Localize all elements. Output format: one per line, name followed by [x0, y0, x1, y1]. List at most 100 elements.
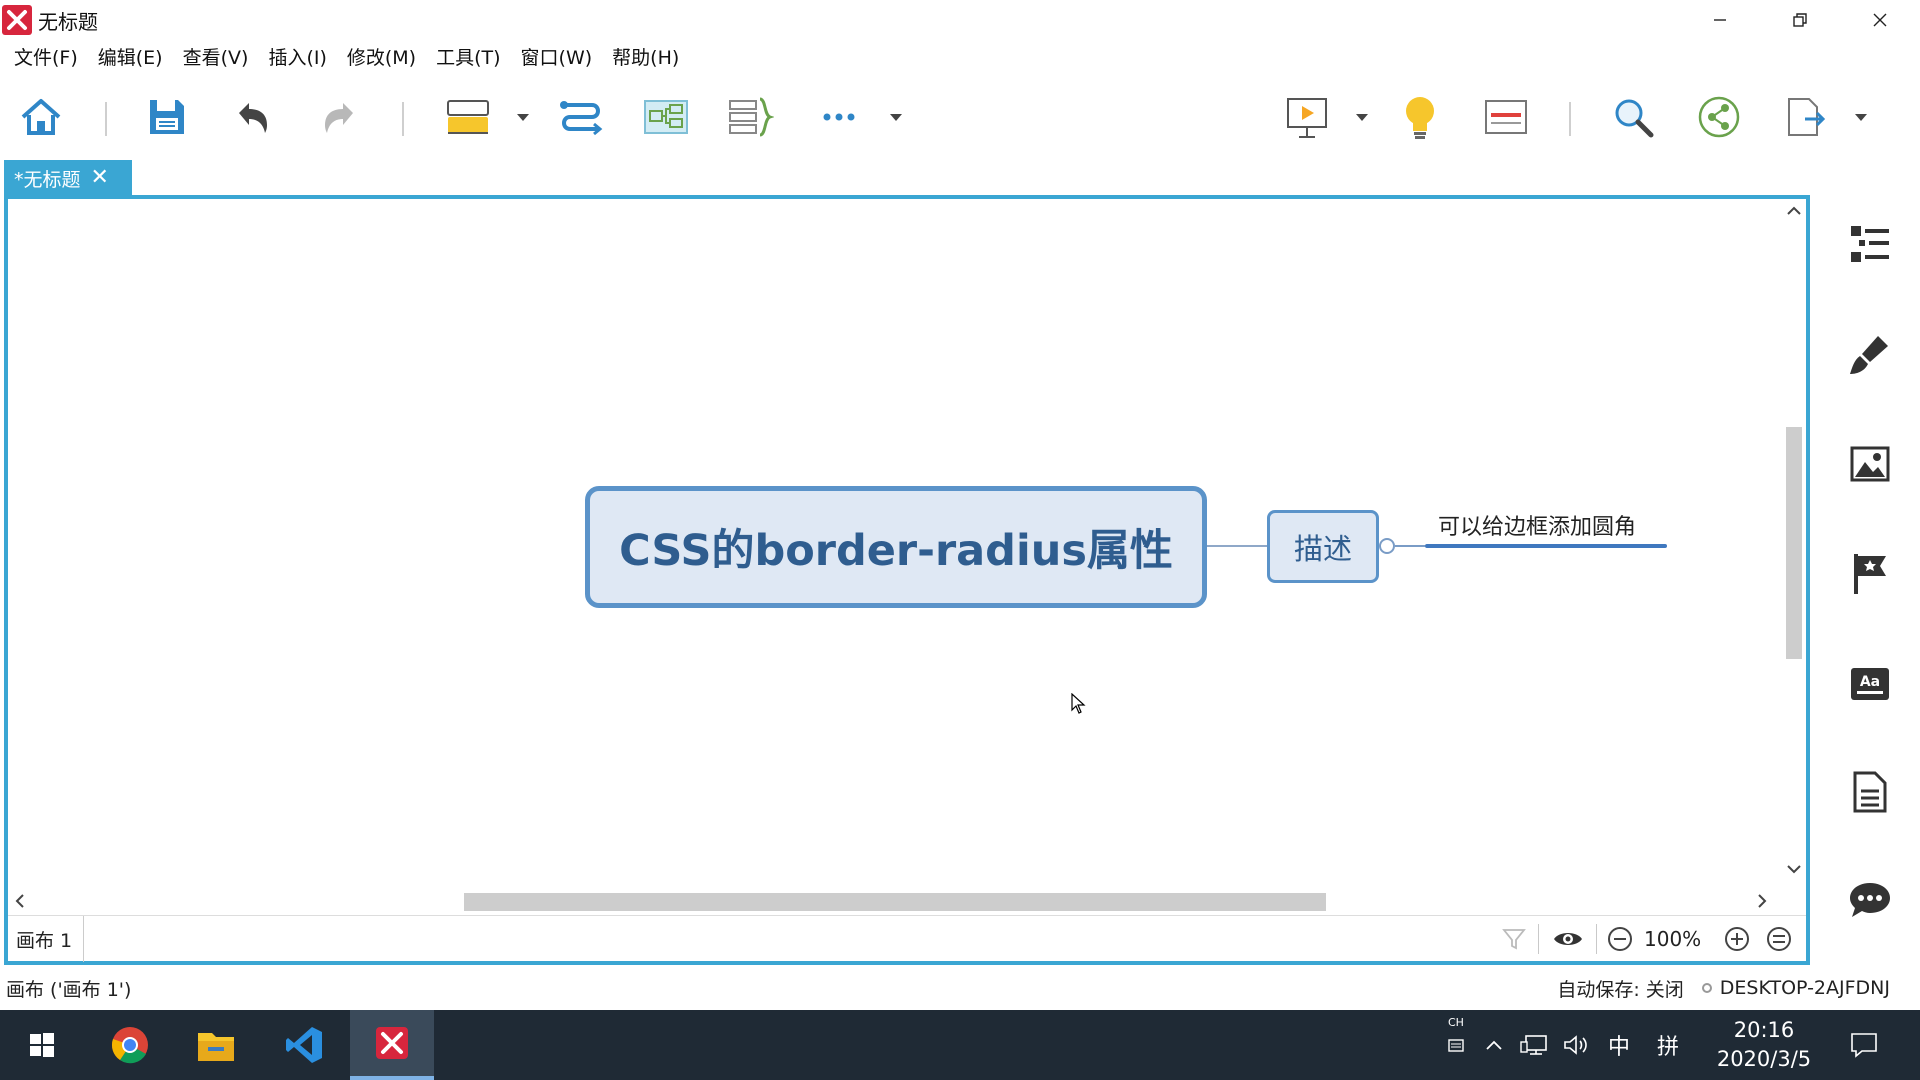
action-center-button[interactable]	[1842, 1010, 1886, 1080]
format-button[interactable]	[1846, 330, 1894, 378]
tray-volume[interactable]	[1560, 1010, 1592, 1080]
subtopic-child-underline	[1425, 544, 1667, 548]
restore-icon	[1793, 13, 1807, 27]
menu-file[interactable]: 文件(F)	[4, 42, 88, 74]
topic-button[interactable]	[440, 90, 496, 144]
eye-icon	[1554, 933, 1582, 945]
more-icon	[823, 113, 855, 121]
gantt-icon	[1485, 100, 1527, 134]
tray-ime-mode[interactable]: 中	[1602, 1010, 1636, 1080]
document-tab[interactable]: *无标题 ✕	[4, 160, 132, 196]
more-button[interactable]	[811, 90, 867, 144]
home-icon	[21, 99, 61, 135]
collapse-toggle-icon[interactable]	[1379, 538, 1395, 554]
topic-icon	[447, 100, 489, 134]
notes-button[interactable]	[1846, 768, 1894, 816]
menu-tools[interactable]: 工具(T)	[426, 42, 510, 74]
presentation-button[interactable]	[1279, 90, 1335, 144]
label-button[interactable]: Aa	[1846, 660, 1894, 708]
summary-icon	[729, 97, 774, 137]
menu-edit[interactable]: 编辑(E)	[88, 42, 173, 74]
idea-button[interactable]	[1392, 90, 1448, 144]
taskbar-clock[interactable]: 20:16 2020/3/5	[1696, 1016, 1832, 1074]
taskbar-xmind[interactable]	[350, 1010, 434, 1080]
menu-window[interactable]: 窗口(W)	[511, 42, 603, 74]
xmind-icon	[376, 1027, 408, 1059]
status-bar: 画布 ('画布 1') 自动保存: 关闭 DESKTOP-2AJFDNJ	[0, 966, 1920, 1010]
close-window-button[interactable]	[1840, 0, 1920, 40]
menu-view[interactable]: 查看(V)	[173, 42, 259, 74]
flag-icon	[1854, 554, 1886, 594]
tab-close-icon[interactable]: ✕	[91, 167, 109, 189]
menu-help[interactable]: 帮助(H)	[602, 42, 689, 74]
redo-button[interactable]	[311, 90, 367, 144]
fit-map-button[interactable]	[1764, 924, 1794, 954]
view-button[interactable]	[1548, 924, 1588, 954]
taskbar: CH 中 拼 20:16 2020/3/5	[0, 1010, 1920, 1080]
export-button[interactable]	[1777, 90, 1833, 144]
zoom-out-icon	[1608, 927, 1632, 951]
central-topic[interactable]: CSS的border-radius属性	[585, 486, 1207, 608]
horizontal-scrollbar[interactable]	[8, 889, 1782, 915]
more-dropdown-button[interactable]	[887, 108, 905, 126]
gantt-button[interactable]	[1478, 90, 1534, 144]
tray-keyboard[interactable]	[1442, 1010, 1470, 1080]
title-bar: 无标题	[0, 0, 1920, 40]
taskbar-file-explorer[interactable]	[174, 1010, 258, 1080]
presentation-dropdown-button[interactable]	[1353, 108, 1371, 126]
relationship-icon	[560, 101, 603, 136]
vertical-scrollbar[interactable]	[1782, 199, 1806, 889]
toolbar-separator	[1569, 102, 1571, 136]
horizontal-scroll-thumb[interactable]	[464, 893, 1326, 911]
topic-dropdown-button[interactable]	[514, 108, 532, 126]
start-button[interactable]	[0, 1010, 84, 1080]
windows-icon	[30, 1033, 54, 1057]
save-icon	[150, 100, 184, 134]
undo-icon	[239, 103, 267, 133]
zoom-out-button[interactable]	[1605, 924, 1635, 954]
label-icon: Aa	[1851, 668, 1889, 700]
summary-button[interactable]	[722, 90, 778, 144]
subtopic-child[interactable]: 可以给边框添加圆角	[1438, 509, 1636, 541]
undo-button[interactable]	[225, 90, 281, 144]
mindmap-canvas[interactable]: CSS的border-radius属性 描述 可以给边框添加圆角	[8, 199, 1782, 889]
tray-ime-layout[interactable]: 拼	[1650, 1010, 1686, 1080]
sheetbar-separator	[1596, 924, 1597, 954]
share-button[interactable]	[1691, 90, 1747, 144]
scroll-down-icon[interactable]	[1786, 863, 1802, 875]
zoom-in-button[interactable]	[1722, 924, 1752, 954]
sheet-tab[interactable]: 画布 1	[8, 916, 84, 962]
boundary-icon	[644, 100, 688, 134]
export-dropdown-button[interactable]	[1852, 108, 1870, 126]
menu-insert[interactable]: 插入(I)	[258, 42, 336, 74]
scroll-up-icon[interactable]	[1786, 205, 1802, 217]
taskbar-vscode[interactable]	[262, 1010, 346, 1080]
tray-network[interactable]	[1518, 1010, 1550, 1080]
minimize-button[interactable]	[1680, 0, 1760, 40]
boundary-button[interactable]	[638, 90, 694, 144]
share-icon	[1698, 96, 1740, 138]
filter-button[interactable]	[1498, 924, 1530, 954]
comments-button[interactable]	[1846, 876, 1894, 924]
scroll-left-icon[interactable]	[14, 893, 26, 909]
zoom-level: 100%	[1644, 927, 1702, 951]
chrome-icon	[111, 1027, 148, 1064]
tray-overflow-button[interactable]	[1480, 1010, 1508, 1080]
toolbar-separator	[402, 102, 404, 136]
search-button[interactable]	[1605, 90, 1661, 144]
subtopic[interactable]: 描述	[1267, 510, 1379, 583]
vertical-scroll-thumb[interactable]	[1786, 427, 1802, 659]
scroll-right-icon[interactable]	[1756, 893, 1768, 909]
redo-icon	[325, 103, 353, 133]
relationship-button[interactable]	[553, 90, 609, 144]
save-button[interactable]	[139, 90, 195, 144]
marker-button[interactable]	[1846, 550, 1894, 598]
home-button[interactable]	[13, 90, 69, 144]
outline-button[interactable]	[1846, 220, 1894, 268]
taskbar-chrome[interactable]	[88, 1010, 172, 1080]
autosave-status[interactable]: 自动保存: 关闭	[1557, 975, 1683, 1002]
restore-button[interactable]	[1760, 0, 1840, 40]
menu-modify[interactable]: 修改(M)	[337, 42, 426, 74]
computer-name: DESKTOP-2AJFDNJ	[1719, 977, 1890, 999]
image-button[interactable]	[1846, 440, 1894, 488]
